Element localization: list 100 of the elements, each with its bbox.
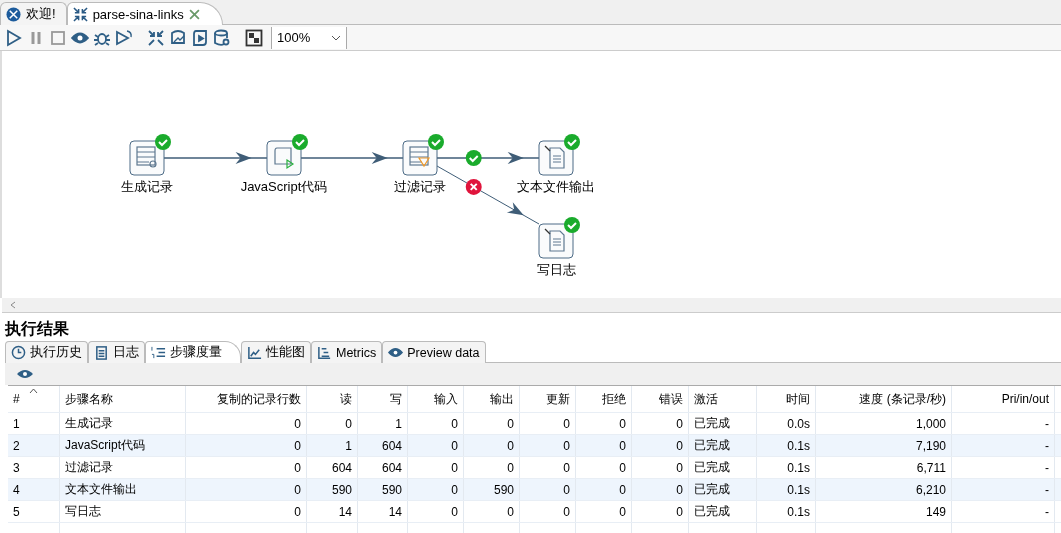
table-cell: 149 xyxy=(816,501,952,522)
table-cell: 590 xyxy=(358,479,408,500)
step-node-icon[interactable] xyxy=(129,140,165,176)
step-node-icon[interactable] xyxy=(538,140,574,176)
horizontal-scrollbar[interactable] xyxy=(2,298,1061,313)
table-cell: - xyxy=(952,457,1055,478)
column-header[interactable]: 步骤名称 xyxy=(60,386,186,412)
column-header[interactable]: 更新 xyxy=(520,386,576,412)
step-node-icon[interactable] xyxy=(538,223,574,259)
table-cell: 0 xyxy=(520,435,576,456)
table-cell: 14 xyxy=(307,501,358,522)
numbered-list-icon xyxy=(151,345,166,360)
step-node-icon[interactable] xyxy=(266,140,302,176)
editor-tab[interactable]: 欢迎! xyxy=(0,2,67,25)
bar-list-icon xyxy=(317,345,332,360)
table-cell: 0 xyxy=(464,501,520,522)
close-icon[interactable] xyxy=(188,8,200,20)
table-cell: 0.1s xyxy=(757,457,816,478)
table-cell: 0 xyxy=(408,501,464,522)
column-header[interactable]: 输入 xyxy=(408,386,464,412)
collapse-arrows-icon xyxy=(72,6,88,22)
table-cell: 0 xyxy=(520,457,576,478)
result-tab[interactable]: Preview data xyxy=(382,341,486,363)
result-tab[interactable]: 步骤度量 xyxy=(145,341,241,363)
table-cell: 0.1s xyxy=(757,479,816,500)
table-cell: - xyxy=(952,435,1055,456)
column-header[interactable]: 激活 xyxy=(689,386,757,412)
table-cell: 6,210 xyxy=(816,479,952,500)
table-cell: 0 xyxy=(464,457,520,478)
line-chart-icon xyxy=(247,345,262,360)
column-header[interactable]: # xyxy=(8,386,60,412)
table-cell: 0 xyxy=(632,413,689,434)
column-header[interactable]: 复制的记录行数 xyxy=(186,386,307,412)
table-cell: 604 xyxy=(307,457,358,478)
table-cell: - xyxy=(952,479,1055,500)
clock-icon xyxy=(11,345,26,360)
table-cell: 0.0s xyxy=(757,413,816,434)
table-cell: 1 xyxy=(8,413,60,434)
table-cell: 0 xyxy=(186,435,307,456)
editor-tab[interactable]: parse-sina-links xyxy=(66,2,223,25)
step-node-icon[interactable] xyxy=(402,140,438,176)
table-cell: 0 xyxy=(520,479,576,500)
table-cell: 已完成 xyxy=(689,479,757,500)
table-cell: 0 xyxy=(576,435,632,456)
table-cell: 生成记录 xyxy=(60,413,186,434)
table-cell: 590 xyxy=(464,479,520,500)
column-header[interactable]: 拒绝 xyxy=(576,386,632,412)
table-cell: 文本文件输出 xyxy=(60,479,186,500)
step-label: 过滤记录 xyxy=(394,179,446,194)
eye-icon[interactable] xyxy=(17,368,33,380)
table-cell: 0 xyxy=(632,501,689,522)
dropdown-caret-icon[interactable] xyxy=(331,34,341,41)
table-cell: - xyxy=(952,413,1055,434)
result-tab[interactable]: 日志 xyxy=(88,341,145,363)
notepad-icon xyxy=(94,345,109,360)
table-cell: 0 xyxy=(632,479,689,500)
table-cell: 0 xyxy=(186,413,307,434)
table-cell: 0.1s xyxy=(757,435,816,456)
table-cell: JavaScript代码 xyxy=(60,435,186,456)
table-cell: 0.1s xyxy=(757,501,816,522)
table-cell: 4 xyxy=(8,479,60,500)
table-cell: 0 xyxy=(520,413,576,434)
eye-icon xyxy=(388,345,404,360)
column-header[interactable]: 写 xyxy=(358,386,408,412)
table-cell: 6,711 xyxy=(816,457,952,478)
step-label: 生成记录 xyxy=(121,179,173,194)
column-header[interactable]: 时间 xyxy=(757,386,816,412)
panel-title: 执行结果 xyxy=(3,319,70,339)
column-header[interactable]: 速度 (条记录/秒) xyxy=(816,386,952,412)
column-header[interactable]: Pri/in/out xyxy=(952,386,1055,412)
table-cell: 0 xyxy=(408,457,464,478)
result-tab[interactable]: 性能图 xyxy=(241,341,311,363)
table-cell: 14 xyxy=(358,501,408,522)
column-header[interactable]: 读 xyxy=(307,386,358,412)
table-cell: 0 xyxy=(576,457,632,478)
table-cell: 0 xyxy=(576,501,632,522)
table-cell: 已完成 xyxy=(689,501,757,522)
table-cell: 0 xyxy=(186,501,307,522)
column-header[interactable]: 输出 xyxy=(464,386,520,412)
table-cell: 0 xyxy=(576,413,632,434)
table-cell: 0 xyxy=(520,501,576,522)
zoom-select[interactable]: 100% xyxy=(271,26,347,49)
table-cell: 0 xyxy=(186,457,307,478)
scroll-left-icon[interactable] xyxy=(10,301,16,309)
table-cell: 590 xyxy=(307,479,358,500)
result-tab[interactable]: 执行历史 xyxy=(5,341,88,363)
table-cell: 已完成 xyxy=(689,457,757,478)
column-header[interactable]: 错误 xyxy=(632,386,689,412)
table-cell: 5 xyxy=(8,501,60,522)
table-cell: 已完成 xyxy=(689,413,757,434)
result-tab[interactable]: Metrics xyxy=(311,341,383,363)
table-cell: 0 xyxy=(464,413,520,434)
table-cell: 过滤记录 xyxy=(60,457,186,478)
table-cell: 0 xyxy=(576,479,632,500)
table-cell: 0 xyxy=(408,435,464,456)
table-cell: 写日志 xyxy=(60,501,186,522)
table-cell: 1 xyxy=(358,413,408,434)
table-cell: 已完成 xyxy=(689,435,757,456)
table-cell: 7,190 xyxy=(816,435,952,456)
step-label: 写日志 xyxy=(536,262,576,277)
